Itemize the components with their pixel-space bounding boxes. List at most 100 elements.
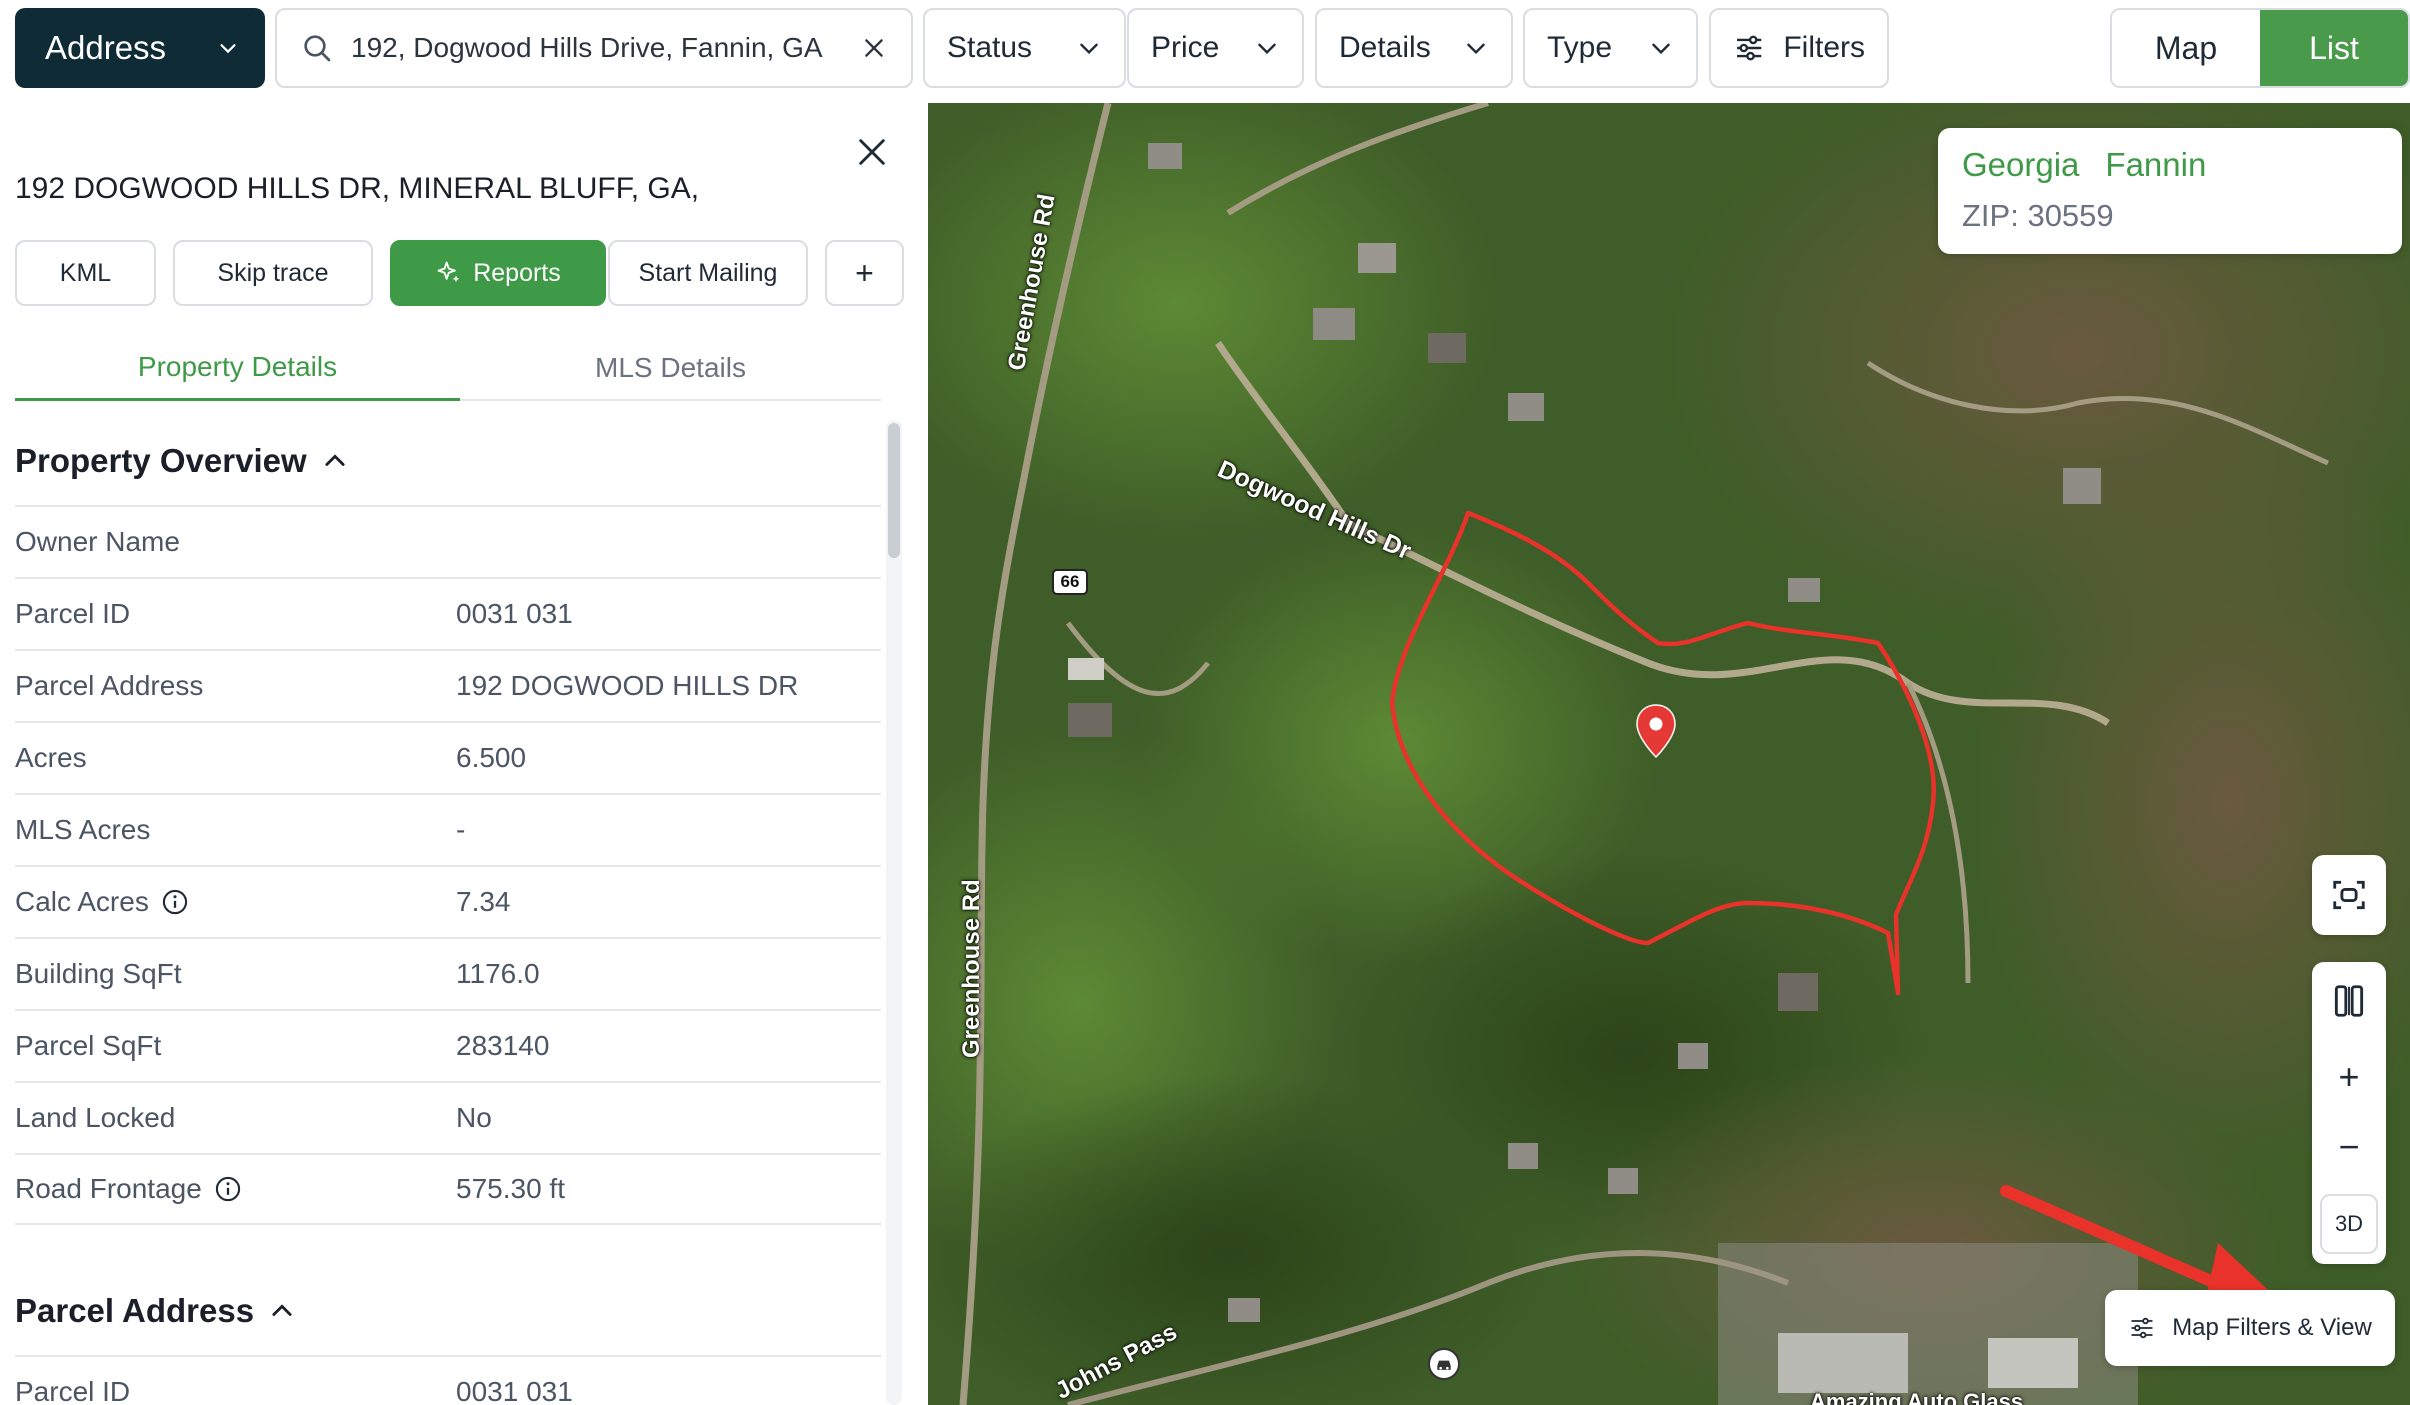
map-filters-label: Map Filters & View xyxy=(2172,1314,2372,1341)
location-card: Georgia Fannin ZIP: 30559 xyxy=(1938,128,2402,254)
annotation-arrow-icon xyxy=(2000,1185,2298,1333)
row-label-wrap: Road Frontage xyxy=(15,1173,242,1205)
scrollbar-track[interactable] xyxy=(886,420,902,1405)
satellite-map[interactable]: Greenhouse Rd Greenhouse Rd Dogwood Hill… xyxy=(928,103,2410,1405)
row-label: Owner Name xyxy=(15,526,180,557)
property-overview-table: Owner Name Parcel ID 0031 031 Parcel Addr… xyxy=(15,505,881,1225)
3d-toggle-button[interactable]: 3D xyxy=(2320,1194,2378,1254)
state-link[interactable]: Georgia xyxy=(1962,146,2079,184)
property-address: 192 DOGWOOD HILLS DR, MINERAL BLUFF, GA, xyxy=(15,172,700,205)
property-overview-header[interactable]: Property Overview xyxy=(15,442,349,480)
table-row: Parcel ID 0031 031 xyxy=(15,1355,881,1405)
fit-bounds-button[interactable] xyxy=(2312,855,2386,935)
scrollbar-thumb[interactable] xyxy=(888,423,900,558)
row-label: Parcel Address xyxy=(15,670,204,701)
row-label: Building SqFt xyxy=(15,958,182,989)
row-value: - xyxy=(456,814,466,845)
sparkle-icon xyxy=(437,261,460,283)
property-panel: 192 DOGWOOD HILLS DR, MINERAL BLUFF, GA,… xyxy=(0,100,925,1405)
zoom-controls: + − 3D xyxy=(2312,962,2386,1264)
top-toolbar: Address 192, Dogwood Hills Drive, Fannin… xyxy=(0,0,2410,100)
close-panel-icon[interactable] xyxy=(855,135,889,169)
search-value: 192, Dogwood Hills Drive, Fannin, GA xyxy=(351,32,823,63)
row-value: 283140 xyxy=(456,1030,550,1061)
search-icon xyxy=(304,35,331,62)
row-label: Parcel SqFt xyxy=(15,1030,162,1061)
add-button[interactable]: + xyxy=(825,240,904,306)
skip-trace-button[interactable]: Skip trace xyxy=(173,240,373,306)
tab-property-details[interactable]: Property Details xyxy=(15,335,460,401)
chevron-down-icon xyxy=(1080,43,1098,55)
row-label: MLS Acres xyxy=(15,814,151,845)
address-type-select[interactable]: Address xyxy=(15,8,265,88)
details-filter-button[interactable]: Details xyxy=(1315,8,1513,88)
section-title: Parcel Address xyxy=(15,1292,255,1329)
status-filter-label: Status xyxy=(947,31,1033,64)
filters-button[interactable]: Filters xyxy=(1709,8,1889,88)
row-value: 0031 031 xyxy=(456,598,573,629)
zoom-in-button[interactable]: + xyxy=(2312,1040,2386,1114)
split-panel-icon xyxy=(2334,985,2364,1017)
price-filter-label: Price xyxy=(1151,31,1220,64)
layers-toggle-button[interactable] xyxy=(2312,964,2386,1038)
parcel-address-table: Parcel ID 0031 031 xyxy=(15,1355,881,1405)
kml-button[interactable]: KML xyxy=(15,240,156,306)
row-value: 6.500 xyxy=(456,742,527,773)
section-title: Property Overview xyxy=(15,442,307,479)
reports-label: Reports xyxy=(473,258,561,287)
row-label: Calc Acres xyxy=(15,886,149,917)
zip-code: ZIP: 30559 xyxy=(1962,198,2114,233)
chevron-down-icon xyxy=(1258,43,1276,55)
zoom-out-button[interactable]: − xyxy=(2312,1110,2386,1184)
type-filter-label: Type xyxy=(1547,31,1613,64)
search-input[interactable]: 192, Dogwood Hills Drive, Fannin, GA xyxy=(275,8,913,88)
table-row: Road Frontage 575.30 ft xyxy=(15,1153,881,1225)
row-label: Parcel ID xyxy=(15,598,131,629)
reports-button[interactable]: Reports xyxy=(390,240,606,306)
start-mailing-button[interactable]: Start Mailing xyxy=(608,240,808,306)
status-filter-button[interactable]: Status xyxy=(923,8,1126,88)
map-filters-view-button[interactable]: Map Filters & View xyxy=(2105,1290,2395,1366)
focus-frame-icon xyxy=(2333,880,2365,910)
info-icon[interactable] xyxy=(161,888,189,916)
table-row: Parcel Address 192 DOGWOOD HILLS DR xyxy=(15,649,881,721)
filters-label: Filters xyxy=(1783,31,1865,64)
table-row: Owner Name xyxy=(15,505,881,577)
clear-search-icon[interactable] xyxy=(861,35,887,61)
county-link[interactable]: Fannin xyxy=(2105,146,2206,184)
detail-tabs: Property Details MLS Details xyxy=(15,335,881,401)
map-view-button[interactable]: Map xyxy=(2112,10,2260,86)
price-filter-button[interactable]: Price xyxy=(1127,8,1304,88)
table-row: Parcel SqFt 283140 xyxy=(15,1009,881,1081)
list-view-button[interactable]: List xyxy=(2260,10,2408,86)
table-row: Calc Acres 7.34 xyxy=(15,865,881,937)
row-value: 1176.0 xyxy=(456,958,540,989)
info-icon[interactable] xyxy=(214,1175,242,1203)
table-row: Land Locked No xyxy=(15,1081,881,1153)
table-row: MLS Acres - xyxy=(15,793,881,865)
table-row: Building SqFt 1176.0 xyxy=(15,937,881,1009)
table-row: Acres 6.500 xyxy=(15,721,881,793)
row-label: Land Locked xyxy=(15,1102,176,1133)
chevron-down-icon xyxy=(1652,43,1670,55)
row-label-wrap: Calc Acres xyxy=(15,886,189,918)
chevron-down-icon xyxy=(1467,43,1485,55)
chevron-down-icon xyxy=(220,44,236,54)
address-type-label: Address xyxy=(45,29,167,66)
row-value: 7.34 xyxy=(456,886,511,917)
row-value: No xyxy=(456,1102,492,1133)
view-toggle: Map List xyxy=(2110,8,2410,88)
row-value: 0031 031 xyxy=(456,1376,573,1405)
row-label: Parcel ID xyxy=(15,1376,131,1405)
type-filter-button[interactable]: Type xyxy=(1523,8,1698,88)
tab-mls-details[interactable]: MLS Details xyxy=(460,335,881,401)
sliders-icon xyxy=(1737,35,1762,61)
row-value: 192 DOGWOOD HILLS DR xyxy=(456,670,799,701)
details-filter-label: Details xyxy=(1339,31,1431,64)
sliders-icon xyxy=(2131,1317,2153,1339)
row-label: Road Frontage xyxy=(15,1173,202,1204)
parcel-address-header[interactable]: Parcel Address xyxy=(15,1292,296,1330)
chevron-up-icon xyxy=(325,454,345,466)
row-label: Acres xyxy=(15,742,87,773)
chevron-up-icon xyxy=(272,1304,292,1316)
